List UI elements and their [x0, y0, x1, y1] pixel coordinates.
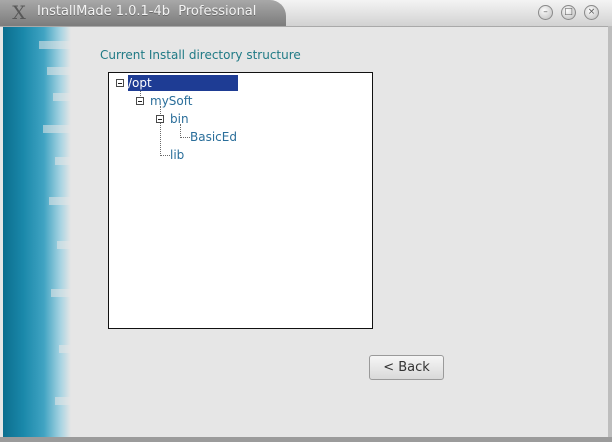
tree-node-opt[interactable]: /opt — [128, 75, 238, 91]
back-button[interactable]: < Back — [369, 355, 444, 380]
tree-connector — [180, 137, 190, 138]
window-border — [0, 437, 612, 442]
installer-window: X InstallMade 1.0.1-4b Professional – □ … — [0, 0, 612, 442]
side-banner — [3, 27, 91, 437]
directory-tree[interactable]: /opt mySoft bin BasicEd lib — [108, 72, 373, 329]
collapse-toggle-icon[interactable] — [156, 115, 164, 123]
maximize-button[interactable]: □ — [561, 5, 576, 20]
tree-node-basiced[interactable]: BasicEd — [190, 129, 237, 145]
collapse-toggle-icon[interactable] — [136, 97, 144, 105]
collapse-toggle-icon[interactable] — [116, 79, 124, 87]
window-title: InstallMade 1.0.1-4b Professional — [37, 4, 257, 19]
tree-node-mysoft[interactable]: mySoft — [150, 93, 192, 109]
tree-connector — [160, 155, 170, 156]
close-button[interactable]: × — [584, 5, 599, 20]
tree-connector — [160, 106, 161, 156]
minimize-button[interactable]: – — [538, 5, 553, 20]
x-logo-icon: X — [12, 2, 26, 24]
tree-node-bin[interactable]: bin — [170, 111, 189, 127]
tree-node-lib[interactable]: lib — [170, 147, 184, 163]
window-border — [608, 26, 612, 442]
page-heading: Current Install directory structure — [100, 48, 301, 62]
title-bar[interactable]: X InstallMade 1.0.1-4b Professional – □ … — [0, 0, 612, 27]
